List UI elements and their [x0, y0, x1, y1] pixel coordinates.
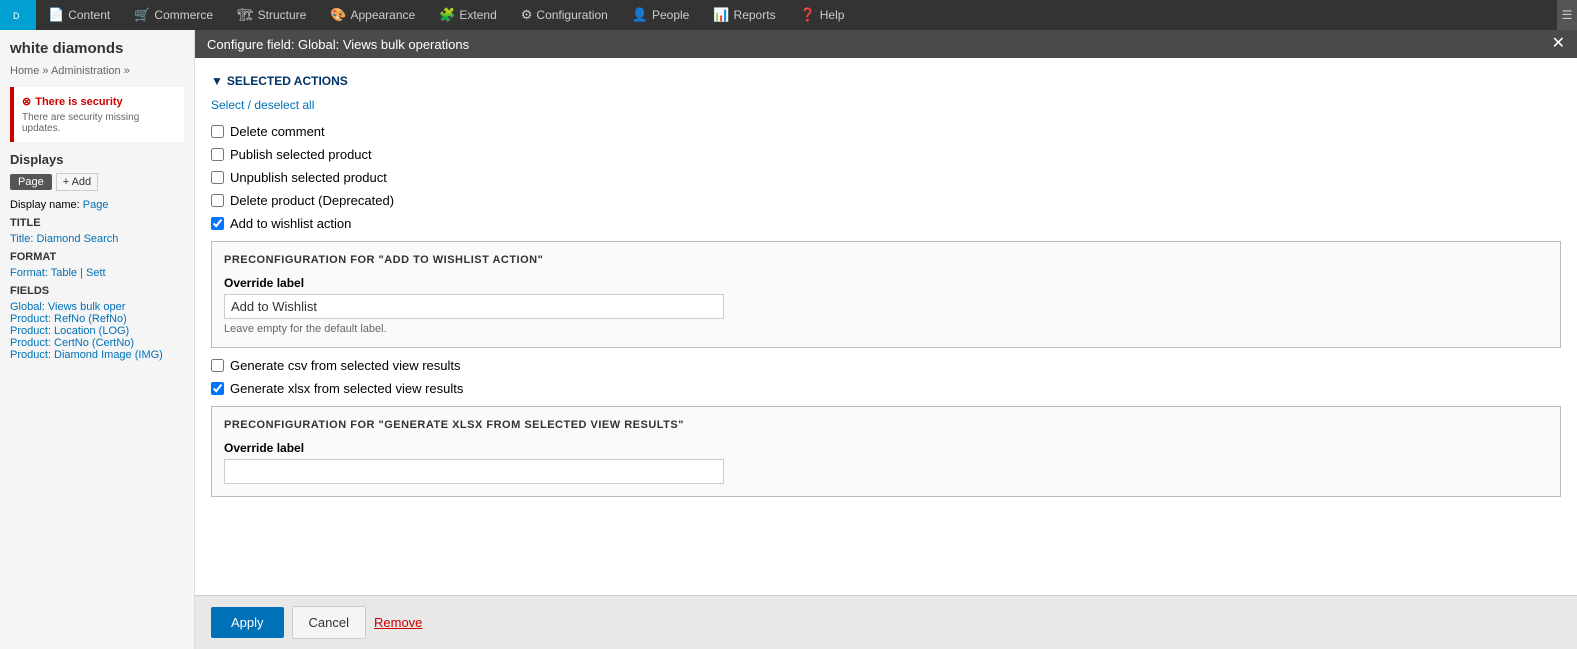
- publish-product-checkbox[interactable]: [211, 148, 224, 161]
- delete-comment-checkbox[interactable]: [211, 125, 224, 138]
- modal-close-button[interactable]: ✕: [1552, 36, 1565, 52]
- field-item-3[interactable]: Product: CertNo (CertNo): [10, 337, 184, 349]
- xlsx-override-input[interactable]: [224, 459, 724, 484]
- security-alert-title: ⊗ There is security: [22, 95, 176, 108]
- preconfig-wishlist-title: PRECONFIGURATION FOR "ADD TO WISHLIST AC…: [224, 254, 1548, 266]
- title-section-label: TITLE: [10, 217, 184, 229]
- xlsx-label: Generate xlsx from selected view results: [230, 381, 463, 396]
- breadcrumb: Home » Administration »: [10, 65, 184, 77]
- xlsx-checkbox[interactable]: [211, 382, 224, 395]
- site-name: white diamonds: [10, 40, 184, 57]
- nav-extend[interactable]: 🧩 Extend: [427, 0, 509, 30]
- preconfig-xlsx-box: PRECONFIGURATION FOR "GENERATE XLSX FROM…: [211, 406, 1561, 497]
- checkbox-delete-comment: Delete comment: [211, 124, 1561, 139]
- nav-reports[interactable]: 📊 Reports: [701, 0, 787, 30]
- nav-structure[interactable]: 🏗 Structure: [225, 0, 318, 30]
- add-display-button[interactable]: + Add: [56, 173, 98, 191]
- checkbox-xlsx: Generate xlsx from selected view results: [211, 381, 1561, 396]
- override-label-2: Override label: [224, 441, 1548, 455]
- security-alert-body: There are security missing updates.: [22, 112, 176, 134]
- wishlist-checkbox[interactable]: [211, 217, 224, 230]
- appearance-icon: 🎨: [330, 7, 346, 23]
- configuration-icon: ⚙: [521, 7, 533, 23]
- content-icon: 📄: [48, 7, 64, 23]
- remove-button[interactable]: Remove: [374, 615, 422, 630]
- field-item-1[interactable]: Product: RefNo (RefNo): [10, 313, 184, 325]
- nav-extend-label: Extend: [459, 8, 496, 22]
- override-hint-1: Leave empty for the default label.: [224, 323, 1548, 335]
- sidebar: white diamonds Home » Administration » ⊗…: [0, 30, 195, 649]
- displays-title: Displays: [10, 152, 184, 167]
- delete-product-label: Delete product (Deprecated): [230, 193, 394, 208]
- modal-header: Configure field: Global: Views bulk oper…: [195, 30, 1577, 58]
- checkbox-delete-product: Delete product (Deprecated): [211, 193, 1561, 208]
- nav-content-label: Content: [68, 8, 110, 22]
- modal-title: Configure field: Global: Views bulk oper…: [207, 37, 469, 52]
- delete-product-checkbox[interactable]: [211, 194, 224, 207]
- nav-configuration-label: Configuration: [536, 8, 607, 22]
- nav-commerce[interactable]: 🛒 Commerce: [122, 0, 225, 30]
- wishlist-label: Add to wishlist action: [230, 216, 351, 231]
- nav-appearance[interactable]: 🎨 Appearance: [318, 0, 427, 30]
- modal-footer: Apply Cancel Remove: [195, 595, 1577, 649]
- unpublish-product-label: Unpublish selected product: [230, 170, 387, 185]
- format-value[interactable]: Format: Table | Sett: [10, 267, 184, 279]
- svg-text:D: D: [13, 11, 20, 21]
- unpublish-product-checkbox[interactable]: [211, 171, 224, 184]
- publish-product-label: Publish selected product: [230, 147, 372, 162]
- nav-people[interactable]: 👤 People: [620, 0, 702, 30]
- preconfig-wishlist-box: PRECONFIGURATION FOR "ADD TO WISHLIST AC…: [211, 241, 1561, 348]
- checkbox-wishlist: Add to wishlist action: [211, 216, 1561, 231]
- site-logo[interactable]: D: [0, 0, 36, 30]
- triangle-icon: ▼: [211, 74, 223, 88]
- override-label-1: Override label: [224, 276, 1548, 290]
- page-tab[interactable]: Page: [10, 174, 52, 190]
- modal-body: ▼ SELECTED ACTIONS Select / deselect all…: [195, 58, 1577, 595]
- modal-dialog: Configure field: Global: Views bulk oper…: [195, 30, 1577, 649]
- format-section-label: FORMAT: [10, 251, 184, 263]
- nav-structure-label: Structure: [258, 8, 307, 22]
- nav-configuration[interactable]: ⚙ Configuration: [509, 0, 620, 30]
- extend-icon: 🧩: [439, 7, 455, 23]
- nav-people-label: People: [652, 8, 689, 22]
- nav-end-toggle[interactable]: ☰: [1557, 0, 1577, 30]
- page-background: white diamonds Home » Administration » ⊗…: [0, 30, 1577, 649]
- csv-label: Generate csv from selected view results: [230, 358, 460, 373]
- nav-content[interactable]: 📄 Content: [36, 0, 122, 30]
- checkbox-unpublish-product: Unpublish selected product: [211, 170, 1561, 185]
- displays-row: Page + Add: [10, 173, 184, 191]
- preconfig-xlsx-title: PRECONFIGURATION FOR "GENERATE XLSX FROM…: [224, 419, 1548, 431]
- people-icon: 👤: [632, 7, 648, 23]
- wishlist-override-input[interactable]: [224, 294, 724, 319]
- help-icon: ❓: [800, 7, 816, 23]
- field-item-0[interactable]: Global: Views bulk oper: [10, 301, 184, 313]
- commerce-icon: 🛒: [134, 7, 150, 23]
- nav-reports-label: Reports: [734, 8, 776, 22]
- error-icon: ⊗: [22, 95, 31, 108]
- field-item-4[interactable]: Product: Diamond Image (IMG): [10, 349, 184, 361]
- nav-help-label: Help: [820, 8, 845, 22]
- security-alert: ⊗ There is security There are security m…: [10, 87, 184, 142]
- structure-icon: 🏗: [237, 7, 254, 23]
- selected-actions-title: ▼ SELECTED ACTIONS: [211, 74, 1561, 88]
- top-navigation: D 📄 Content 🛒 Commerce 🏗 Structure 🎨 App…: [0, 0, 1577, 30]
- checkbox-csv: Generate csv from selected view results: [211, 358, 1561, 373]
- apply-button[interactable]: Apply: [211, 607, 284, 638]
- field-item-2[interactable]: Product: Location (LOG): [10, 325, 184, 337]
- select-deselect-link[interactable]: Select / deselect all: [211, 98, 1561, 112]
- display-name-label: Display name:: [10, 199, 80, 211]
- nav-help[interactable]: ❓ Help: [788, 0, 857, 30]
- cancel-button[interactable]: Cancel: [292, 606, 366, 639]
- nav-commerce-label: Commerce: [154, 8, 213, 22]
- csv-checkbox[interactable]: [211, 359, 224, 372]
- display-name-row: Display name: Page: [10, 199, 184, 211]
- modal-overlay: Configure field: Global: Views bulk oper…: [195, 30, 1577, 649]
- display-name-value: Page: [83, 199, 109, 211]
- checkbox-publish-product: Publish selected product: [211, 147, 1561, 162]
- title-value[interactable]: Title: Diamond Search: [10, 233, 184, 245]
- reports-icon: 📊: [713, 7, 729, 23]
- delete-comment-label: Delete comment: [230, 124, 325, 139]
- fields-section-label: FIELDS: [10, 285, 184, 297]
- nav-appearance-label: Appearance: [350, 8, 415, 22]
